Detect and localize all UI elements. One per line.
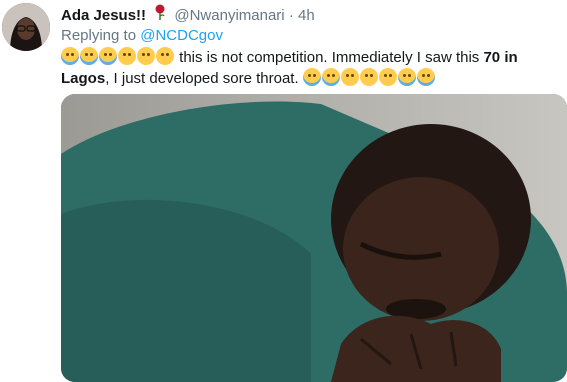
cry-emoji-icon (378, 68, 397, 86)
trail-emojis (302, 68, 436, 87)
timestamp[interactable]: 4h (298, 7, 315, 24)
text-part1: this is not competition. Immediately I s… (179, 49, 480, 66)
separator-dot: · (288, 7, 294, 24)
text-bold2: Lagos (61, 70, 106, 87)
cry-emoji-icon (156, 47, 174, 65)
replying-prefix: Replying to (61, 27, 137, 44)
user-handle[interactable]: @Nwanyimanari (174, 7, 284, 24)
sob-emoji-icon (61, 47, 79, 65)
replying-to-line: Replying to @NCDCgov (61, 27, 223, 44)
sob-emoji-icon (397, 68, 416, 86)
cry-emoji-icon (359, 68, 378, 86)
display-name[interactable]: Ada Jesus!! (61, 7, 146, 24)
sob-emoji-icon (416, 68, 435, 86)
text-bold1: 70 in (483, 49, 518, 66)
cry-emoji-icon (137, 47, 155, 65)
sob-emoji-icon (99, 47, 117, 65)
rose-icon (154, 4, 166, 24)
sob-emoji-icon (80, 47, 98, 65)
sob-emoji-icon (302, 68, 321, 86)
replying-to-link[interactable]: @NCDCgov (140, 27, 223, 44)
sob-emoji-icon (321, 68, 340, 86)
tweet-media-photo[interactable] (61, 94, 567, 382)
cry-emoji-icon (118, 47, 136, 65)
cry-emoji-icon (340, 68, 359, 86)
tweet-header: Ada Jesus!! @Nwanyimanari · 4h (61, 4, 315, 24)
tweet-text: this is not competition. Immediately I s… (61, 47, 561, 89)
text-part2: , I just developed sore throat. (105, 70, 299, 87)
profile-avatar[interactable] (2, 3, 50, 51)
lead-emojis (61, 47, 179, 66)
